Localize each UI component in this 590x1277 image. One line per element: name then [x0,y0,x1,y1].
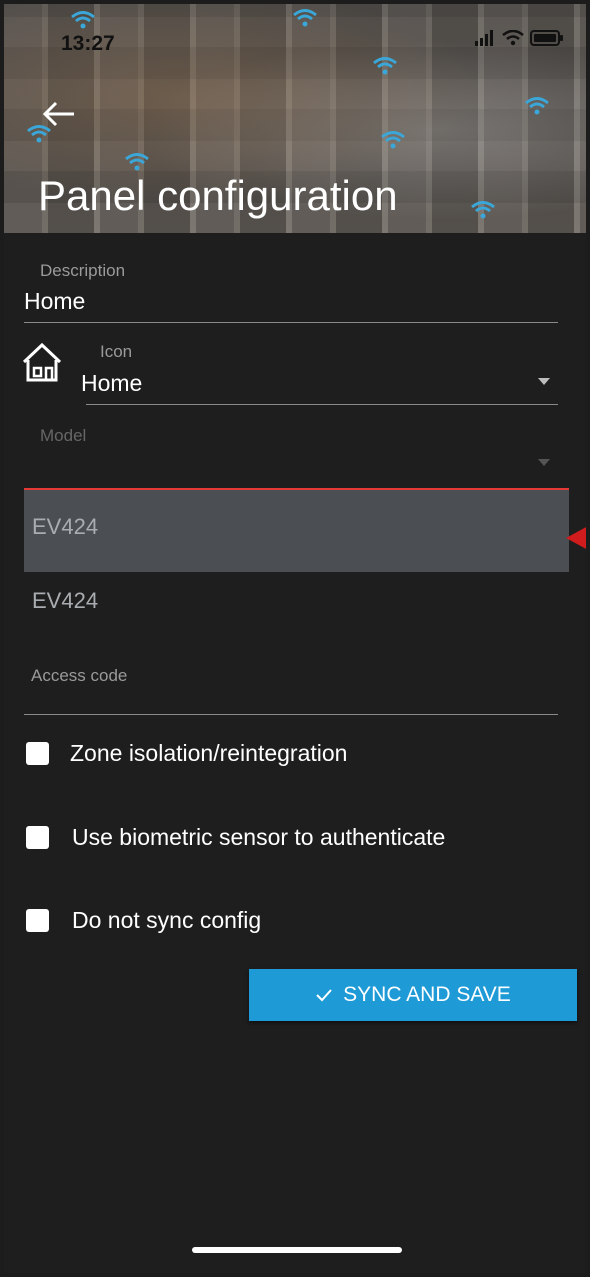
status-time: 13:27 [61,32,115,55]
battery-icon [530,30,563,46]
wifi-icon [71,11,95,29]
zone-isolation-label: Zone isolation/reintegration [70,740,348,766]
description-field[interactable]: Home [24,288,85,315]
home-icon [22,342,62,382]
check-icon [316,989,332,1002]
wifi-status-icon [502,30,524,46]
description-label: Description [40,261,126,280]
model-options-dropdown: EV424 [24,488,569,572]
page-title: Panel configuration [38,172,398,219]
chevron-down-icon[interactable] [538,378,550,385]
pointer-arrow [566,526,586,550]
icon-label: Icon [100,342,133,361]
arrow-left-icon [42,101,74,127]
biometric-checkbox[interactable] [26,826,49,849]
back-button[interactable] [42,100,76,133]
wifi-icon [381,131,405,149]
wifi-icon [525,97,549,115]
icon-select[interactable]: Home [81,370,142,397]
description-underline [24,322,558,323]
no-sync-config-label: Do not sync config [72,907,262,933]
sync-and-save-button[interactable]: SYNC AND SAVE [249,969,577,1021]
biometric-label: Use biometric sensor to authenticate [72,824,446,850]
zone-isolation-checkbox[interactable] [26,742,49,765]
wifi-icon [293,9,317,27]
sync-and-save-label: SYNC AND SAVE [343,983,511,1006]
access-code-label: Access code [31,666,128,685]
wifi-icon [373,57,397,75]
model-label: Model [40,426,87,445]
icon-underline [86,404,558,405]
app-screen: 13:27 Panel configuration Description Ho… [4,4,586,1273]
wifi-icon [125,153,149,171]
signal-icon [475,30,493,46]
home-indicator[interactable] [192,1247,402,1253]
no-sync-config-checkbox[interactable] [26,909,49,932]
wifi-icon [471,201,495,219]
access-code-underline [24,714,558,715]
chevron-down-icon[interactable] [538,459,550,466]
model-option[interactable]: EV424 [32,588,98,614]
model-option[interactable]: EV424 [32,514,98,540]
status-icons [474,30,564,46]
